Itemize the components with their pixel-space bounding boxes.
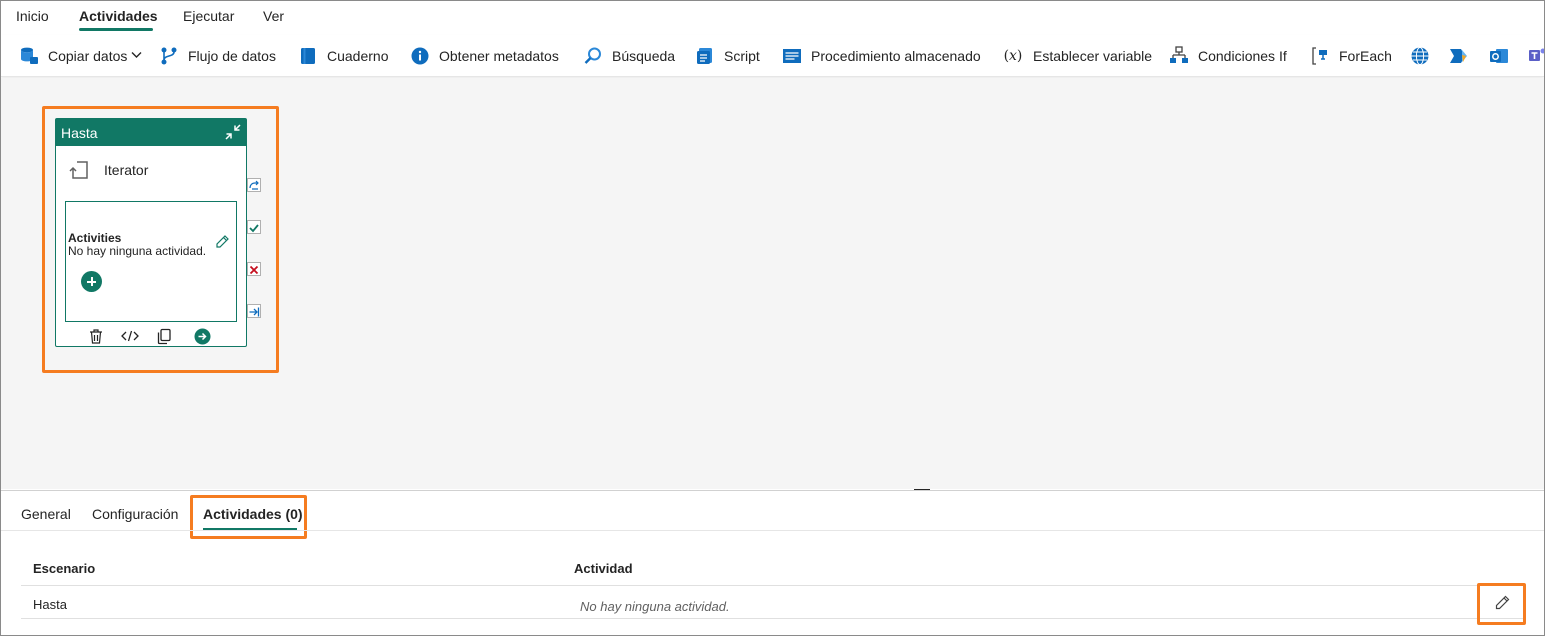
if-condition-label: Condiciones If	[1198, 48, 1287, 64]
success-output-icon[interactable]	[247, 220, 261, 234]
activity-card-header: Hasta	[56, 119, 246, 146]
script-label: Script	[724, 48, 760, 64]
foreach-button[interactable]: ForEach	[1310, 44, 1392, 68]
copy-data-button[interactable]: Copiar datos	[19, 44, 142, 68]
notebook-label: Cuaderno	[327, 48, 389, 64]
get-metadata-label: Obtener metadatos	[439, 48, 559, 64]
collapse-icon[interactable]	[223, 122, 243, 142]
failure-output-icon[interactable]	[247, 262, 261, 276]
menu-tab-actividades[interactable]: Actividades	[79, 8, 158, 24]
database-icon	[19, 46, 39, 66]
teams-icon	[1528, 46, 1544, 66]
dataflow-label: Flujo de datos	[188, 48, 276, 64]
active-tab-indicator	[79, 28, 153, 31]
outlook-icon	[1489, 46, 1509, 66]
properties-panel: General Configuración Actividades (0) Es…	[1, 490, 1544, 635]
power-automate-button[interactable]	[1449, 44, 1478, 68]
row-divider	[21, 618, 1526, 619]
arrow-right-circle-icon[interactable]	[193, 327, 211, 345]
column-header-actividad: Actividad	[574, 561, 633, 576]
activities-ribbon: Copiar datos Flujo de datos Cuaderno Obt…	[1, 35, 1544, 77]
row-activity: No hay ninguna actividad.	[580, 599, 730, 614]
stored-procedure-button[interactable]: Procedimiento almacenado	[782, 44, 981, 68]
lookup-icon	[583, 46, 603, 66]
if-condition-icon	[1169, 46, 1189, 66]
lookup-button[interactable]: Búsqueda	[583, 44, 675, 68]
menu-tab-ver[interactable]: Ver	[263, 8, 284, 24]
pipeline-canvas[interactable]: Hasta Iterator Activities No hay ninguna…	[1, 78, 1544, 489]
notebook-button[interactable]: Cuaderno	[298, 44, 389, 68]
copy-icon[interactable]	[155, 327, 173, 345]
tab-general[interactable]: General	[21, 506, 71, 522]
code-icon[interactable]	[121, 327, 139, 345]
info-icon	[410, 46, 430, 66]
notebook-icon	[298, 46, 318, 66]
teams-button[interactable]	[1528, 44, 1544, 68]
iterator-icon	[68, 159, 90, 181]
foreach-icon	[1310, 46, 1330, 66]
chevron-down-icon[interactable]	[131, 50, 142, 62]
delete-icon[interactable]	[87, 327, 105, 345]
activity-card-title: Hasta	[61, 125, 98, 141]
dataflow-button[interactable]: Flujo de datos	[159, 44, 276, 68]
stored-procedure-label: Procedimiento almacenado	[811, 48, 981, 64]
skip-output-icon[interactable]	[247, 178, 261, 192]
outlook-button[interactable]	[1489, 44, 1518, 68]
menu-tab-ejecutar[interactable]: Ejecutar	[183, 8, 234, 24]
set-variable-label: Establecer variable	[1033, 48, 1153, 64]
pipeline-editor: Inicio Actividades Ejecutar Ver Copiar d…	[0, 0, 1545, 636]
edit-pencil-icon[interactable]	[1493, 594, 1511, 612]
edit-pencil-icon[interactable]	[214, 234, 230, 250]
iterator-row: Iterator	[68, 159, 148, 181]
activities-title: Activities	[68, 231, 122, 245]
until-activity-card[interactable]: Hasta Iterator Activities No hay ninguna…	[55, 118, 247, 347]
tab-configuracion[interactable]: Configuración	[92, 506, 178, 522]
inner-activities-box: Activities No hay ninguna actividad.	[65, 201, 237, 322]
power-automate-icon	[1449, 46, 1469, 66]
stored-procedure-icon	[782, 46, 802, 66]
lookup-label: Búsqueda	[612, 48, 676, 64]
web-icon	[1410, 46, 1430, 66]
menu-bar: Inicio Actividades Ejecutar Ver	[1, 1, 1544, 35]
iterator-label: Iterator	[104, 162, 149, 178]
add-activity-icon[interactable]	[81, 271, 102, 292]
variable-icon: (𝑥)	[1003, 48, 1023, 64]
if-condition-button[interactable]: Condiciones If	[1169, 44, 1287, 68]
header-divider	[21, 585, 1526, 586]
activities-empty-text: No hay ninguna actividad.	[68, 244, 207, 258]
menu-tab-inicio[interactable]: Inicio	[16, 8, 49, 24]
web-button[interactable]	[1410, 44, 1439, 68]
column-header-escenario: Escenario	[33, 561, 96, 576]
tab-highlight-box	[190, 495, 307, 539]
set-variable-button[interactable]: (𝑥) Establecer variable	[1002, 44, 1152, 68]
completion-output-icon[interactable]	[247, 304, 261, 318]
row-scenario: Hasta	[33, 597, 67, 612]
foreach-label: ForEach	[1339, 48, 1392, 64]
copy-data-label: Copiar datos	[48, 48, 128, 64]
script-icon	[695, 46, 715, 66]
panel-divider	[1, 530, 1544, 531]
get-metadata-button[interactable]: Obtener metadatos	[410, 44, 559, 68]
script-button[interactable]: Script	[695, 44, 760, 68]
dataflow-icon	[159, 46, 179, 66]
